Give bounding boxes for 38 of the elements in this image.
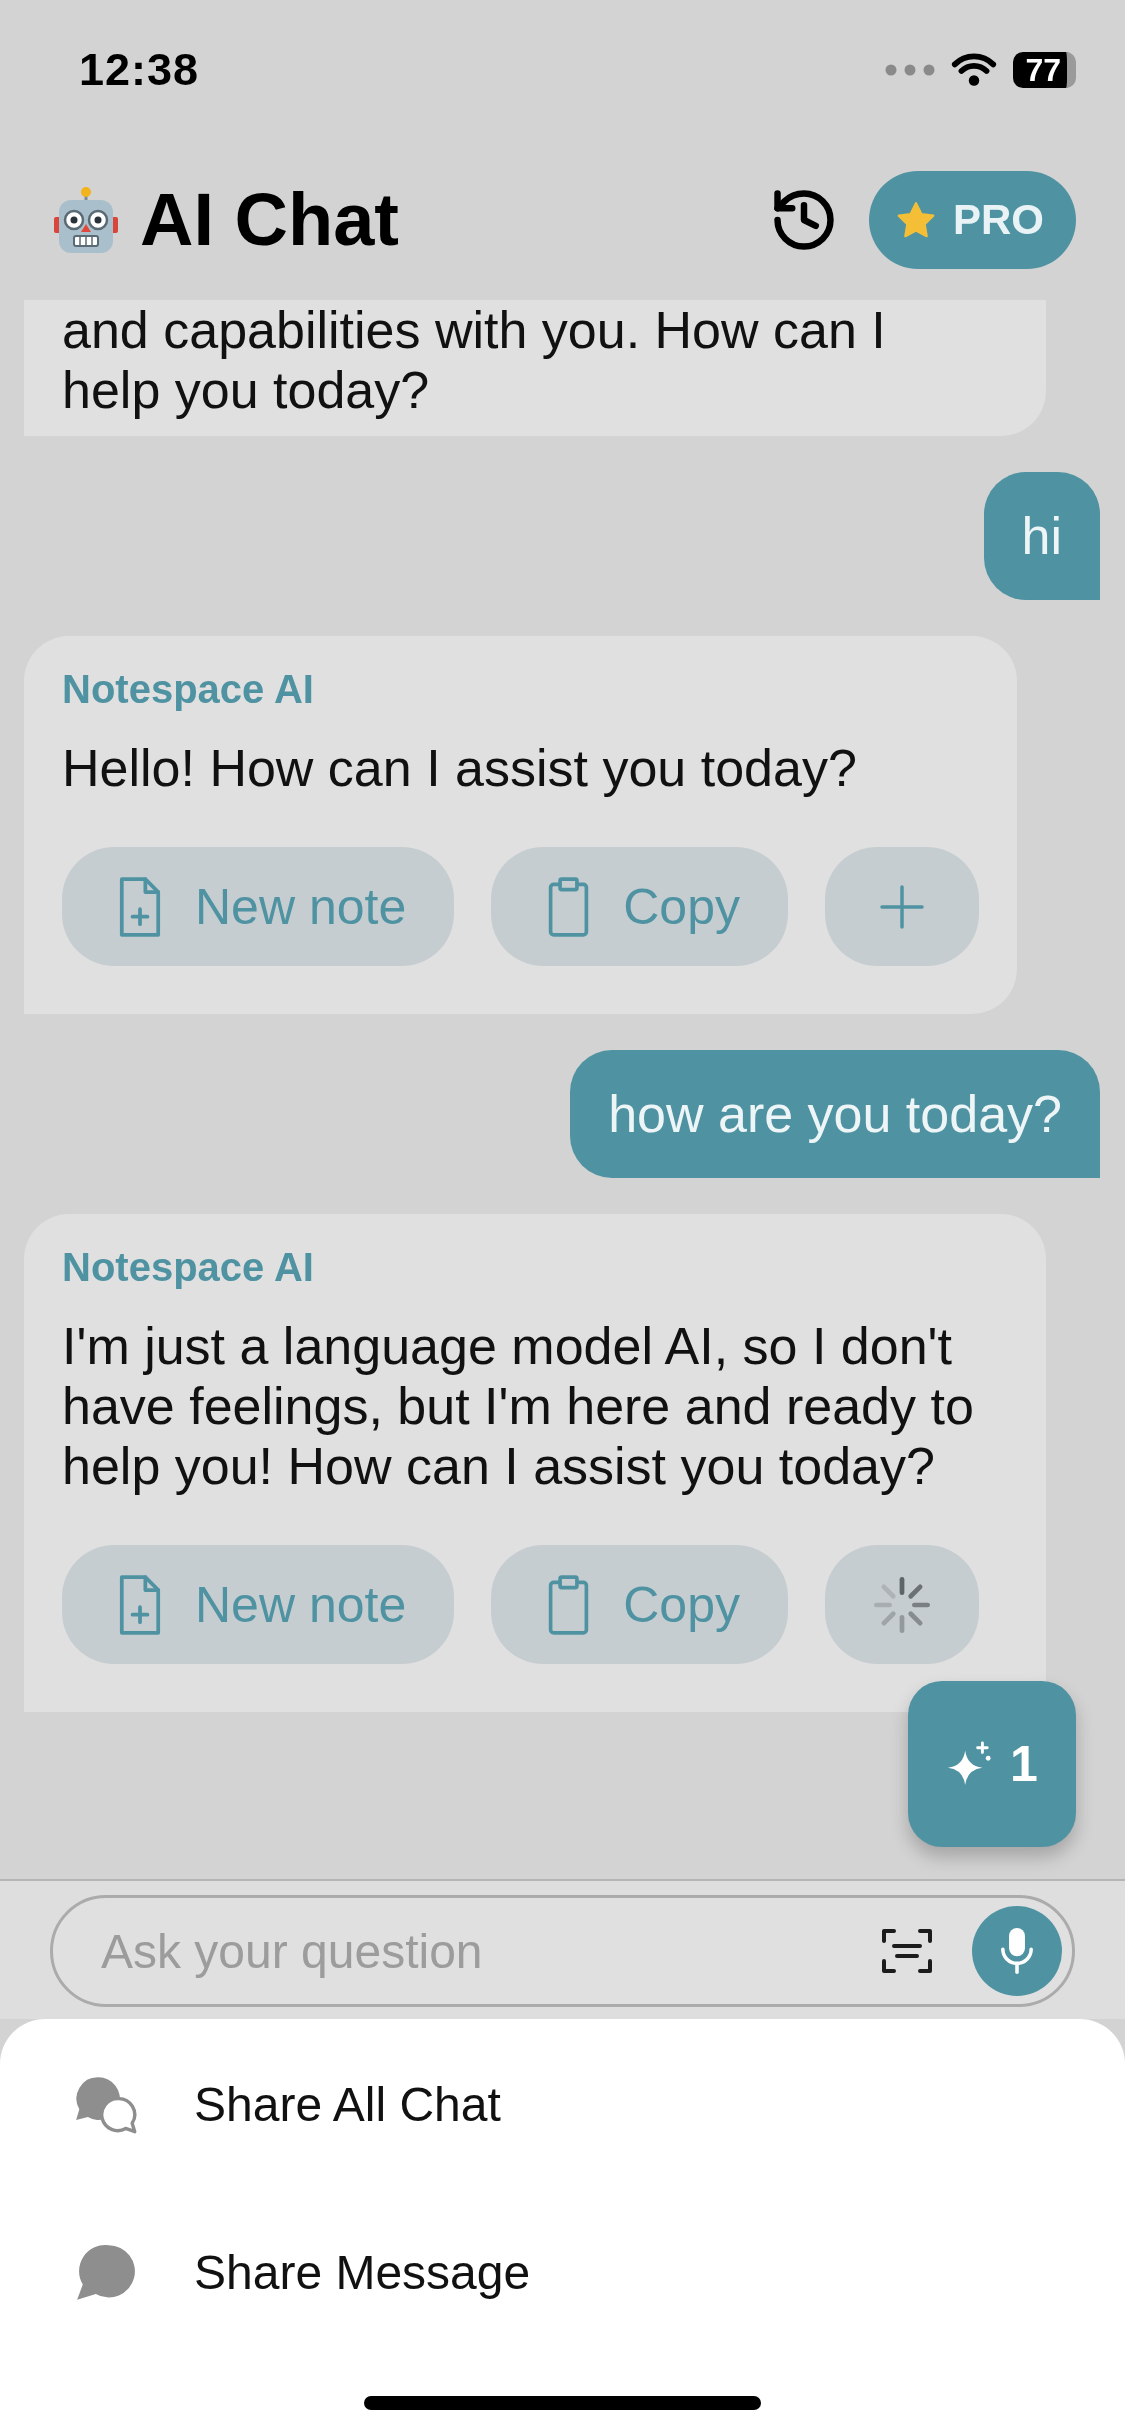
wifi-icon [951,53,998,87]
new-note-button[interactable]: New note [62,847,455,966]
spinner-icon [873,1576,930,1633]
app-title: AI Chat [140,178,399,262]
chat-bubble-icon [76,2243,136,2301]
scan-text-icon [882,1929,932,1973]
plus-icon [879,884,924,929]
copy-button[interactable]: Copy [491,1545,788,1664]
clipboard-icon [548,876,590,937]
signal-dots-icon [885,64,936,76]
sender-name: Notespace AI [62,1244,315,1291]
battery-indicator: 77 [1013,52,1076,88]
document-plus-icon [119,1574,161,1635]
new-note-button[interactable]: New note [62,1545,455,1664]
share-option[interactable]: Share All Chat [72,2020,501,2188]
user-message-bubble: hi [983,472,1100,600]
microphone-button[interactable] [972,1906,1062,1996]
microphone-icon [1001,1928,1033,1974]
document-plus-icon [119,876,161,937]
message-text: I'm just a language model AI, so I don't have feelings, but I'm here and ready to help you! How can I assist you today? [62,1316,975,1496]
scan-text-button[interactable] [882,1929,932,1973]
star-icon [897,202,935,238]
sender-name: Notespace AI [62,666,315,713]
chat-bubbles-icon [73,2074,139,2134]
question-input[interactable]: Ask your question [101,1921,862,1981]
question-field[interactable]: Ask your question [50,1895,1075,2007]
sparkle-count-button[interactable]: 1 [908,1681,1076,1847]
status-time: 12:38 [79,44,200,96]
pro-button[interactable]: PRO [869,171,1076,269]
clipboard-icon [548,1574,590,1635]
message-text: Hello! How can I assist you today? [62,738,858,798]
share-option[interactable]: Share Message [72,2188,531,2356]
user-message-bubble: how are you today? [570,1050,1100,1178]
message-text: and capabilities with you. How can I help you today? [62,300,887,420]
history-button[interactable] [772,188,836,252]
copy-button[interactable]: Copy [491,847,788,966]
history-icon [774,190,834,250]
robot-icon [54,187,118,253]
